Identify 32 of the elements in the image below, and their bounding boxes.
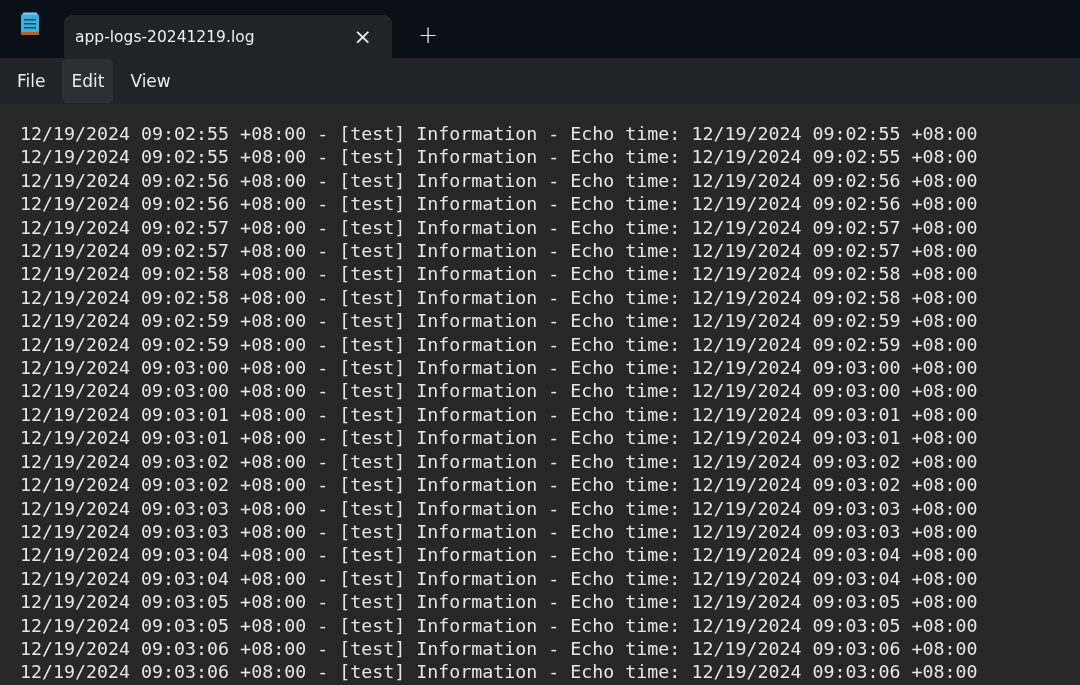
log-line: 12/19/2024 09:03:04 +08:00 - [test] Information - Echo time: 12/19/2024 09:03:04 +08:00	[20, 543, 979, 567]
log-line: 12/19/2024 09:02:59 +08:00 - [test] Information - Echo time: 12/19/2024 09:02:59 +08:00	[20, 309, 979, 333]
log-line: 12/19/2024 09:03:01 +08:00 - [test] Information - Echo time: 12/19/2024 09:03:01 +08:00	[20, 402, 979, 427]
log-line: 12/19/2024 09:02:57 +08:00 - [test] Information - Echo time: 12/19/2024 09:02:57 +08:00	[20, 215, 979, 240]
log-line: 12/19/2024 09:02:58 +08:00 - [test] Information - Echo time: 12/19/2024 09:02:58 +08:00	[20, 262, 979, 286]
log-line: 12/19/2024 09:03:02 +08:00 - [test] Information - Echo time: 12/19/2024 09:03:02 +08:00	[20, 473, 979, 497]
log-line: 12/19/2024 09:02:59 +08:00 - [test] Information - Echo time: 12/19/2024 09:02:59 +08:00	[20, 332, 979, 357]
log-line: 12/19/2024 09:03:04 +08:00 - [test] Information - Echo time: 12/19/2024 09:03:04 +08:00	[20, 566, 979, 591]
log-line: 12/19/2024 09:03:00 +08:00 - [test] Information - Echo time: 12/19/2024 09:03:00 +08:00	[20, 356, 979, 380]
log-line: 12/19/2024 09:03:01 +08:00 - [test] Information - Echo time: 12/19/2024 09:03:01 +08:00	[20, 426, 979, 450]
log-line: 12/19/2024 09:03:05 +08:00 - [test] Information - Echo time: 12/19/2024 09:03:05 +08:00	[20, 590, 979, 614]
tab-title: app-logs-20241219.log	[75, 27, 255, 46]
close-tab-button[interactable]: ×	[347, 24, 378, 49]
log-line: 12/19/2024 09:02:55 +08:00 - [test] Information - Echo time: 12/19/2024 09:02:55 +08:00	[20, 145, 979, 169]
log-line: 12/19/2024 09:03:03 +08:00 - [test] Information - Echo time: 12/19/2024 09:03:03 +08:00	[20, 496, 979, 520]
log-line: 12/19/2024 09:03:06 +08:00 - [test] Information - Echo time: 12/19/2024 09:03:06 +08:00	[20, 660, 979, 684]
log-line: 12/19/2024 09:03:06 +08:00 - [test] Information - Echo time: 12/19/2024 09:03:06 +08:00	[20, 636, 979, 661]
notepad-icon	[20, 12, 40, 36]
menu-item[interactable]: Edit	[62, 59, 114, 103]
log-line: 12/19/2024 09:03:02 +08:00 - [test] Information - Echo time: 12/19/2024 09:03:02 +08:00	[20, 449, 979, 474]
new-tab-button[interactable]: +	[412, 21, 445, 49]
log-line: 12/19/2024 09:02:56 +08:00 - [test] Information - Echo time: 12/19/2024 09:02:56 +08:00	[20, 168, 979, 193]
menu-item[interactable]: View	[121, 59, 180, 103]
log-line: 12/19/2024 09:02:57 +08:00 - [test] Information - Echo time: 12/19/2024 09:02:57 +08:00	[20, 239, 979, 263]
log-line: 12/19/2024 09:02:58 +08:00 - [test] Information - Echo time: 12/19/2024 09:02:58 +08:00	[20, 285, 979, 310]
log-line: 12/19/2024 09:02:56 +08:00 - [test] Information - Echo time: 12/19/2024 09:02:56 +08:00	[20, 192, 979, 216]
log-line: 12/19/2024 09:03:05 +08:00 - [test] Information - Echo time: 12/19/2024 09:03:05 +08:00	[20, 613, 979, 637]
log-line: 12/19/2024 09:02:55 +08:00 - [test] Information - Echo time: 12/19/2024 09:02:55 +08:00	[20, 122, 979, 146]
menu-item[interactable]: File	[8, 59, 55, 103]
file-tab[interactable]: app-logs-20241219.log ×	[64, 15, 392, 58]
log-line: 12/19/2024 09:03:00 +08:00 - [test] Information - Echo time: 12/19/2024 09:03:00 +08:00	[20, 379, 979, 403]
log-line: 12/19/2024 09:03:03 +08:00 - [test] Information - Echo time: 12/19/2024 09:03:03 +08:00	[20, 519, 979, 544]
